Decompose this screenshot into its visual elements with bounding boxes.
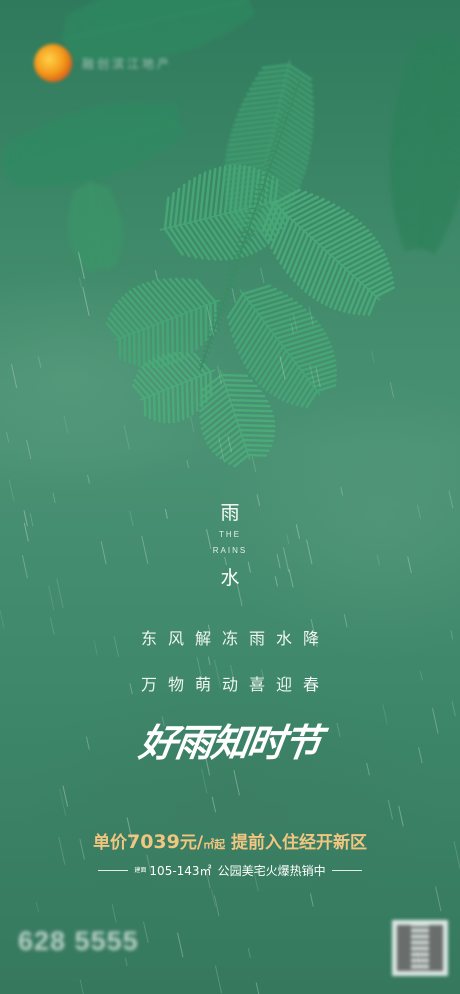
price-banner: 单价7039元/㎡起 提前入住经开新区 xyxy=(0,828,460,853)
title-en-line2: RAINS xyxy=(212,546,248,555)
area-banner: 建面 105-143㎡ 公园美宅火爆热销中 xyxy=(0,862,460,879)
area-range: 105-143㎡ xyxy=(149,864,212,878)
area-tag: 建面 xyxy=(134,867,147,874)
qr-code-icon xyxy=(392,920,448,976)
contact-phone: 628 5555 xyxy=(18,926,139,956)
verse-line-2: 万物萌动喜迎春 xyxy=(140,675,330,694)
brand-logo: 融创滨江地产 xyxy=(34,44,172,82)
price-currency: 元/ xyxy=(179,833,204,853)
price-unit: ㎡起 xyxy=(203,838,226,851)
sun-logo-icon xyxy=(34,44,72,82)
divider-right xyxy=(331,870,362,871)
price-slogan: 提前入住经开新区 xyxy=(231,833,368,853)
divider-left xyxy=(98,870,129,871)
title-char-bottom: 水 xyxy=(220,567,240,589)
calligraphy-title: 好雨知时节 xyxy=(136,720,323,765)
title-char-top: 雨 xyxy=(220,502,240,524)
price-prefix: 单价 xyxy=(92,833,127,853)
brand-name: 融创滨江地产 xyxy=(82,56,173,71)
verse-line-1: 东风解冻雨水降 xyxy=(140,629,330,648)
area-description: 公园美宅火爆热销中 xyxy=(217,864,326,878)
price-amount: 7039 xyxy=(126,831,180,853)
title-en-line1: THE xyxy=(219,530,241,539)
